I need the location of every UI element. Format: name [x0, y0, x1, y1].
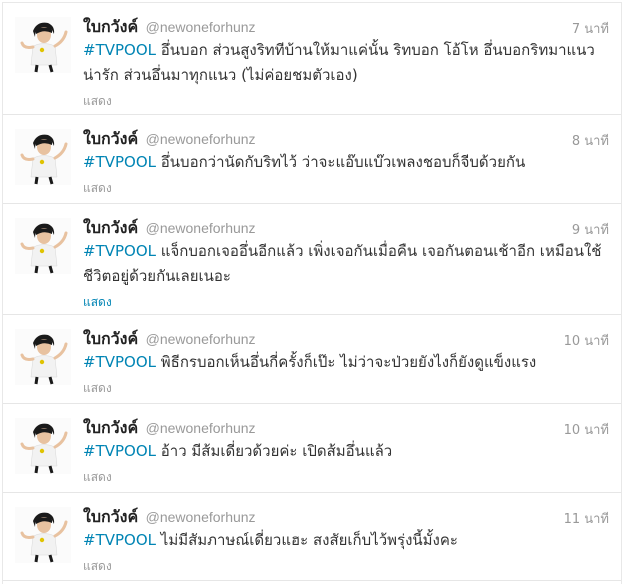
timestamp[interactable]: 11 นาที	[564, 508, 609, 529]
hashtag-link[interactable]: #TVPOOL	[83, 153, 156, 171]
avatar[interactable]	[15, 507, 71, 563]
user-name[interactable]: ใบกวังค์	[83, 218, 138, 237]
user-name[interactable]: ใบกวังค์	[83, 129, 138, 148]
expand-link[interactable]: แสดง	[83, 468, 112, 487]
tweet-item[interactable]: ใบกวังค์ @newoneforhunz 7 นาที #TVPOOL อ…	[3, 3, 621, 115]
tweet-item[interactable]: ใบกวังค์ @newoneforhunz 9 นาที #TVPOOL แ…	[3, 204, 621, 315]
tweet-header: ใบกวังค์ @newoneforhunz 10 นาที	[83, 327, 611, 349]
user-handle[interactable]: @newoneforhunz	[146, 509, 256, 525]
tweet-content: ใบกวังค์ @newoneforhunz 10 นาที #TVPOOL …	[83, 327, 611, 398]
expand-link[interactable]: แสดง	[83, 293, 112, 312]
avatar-person-icon	[15, 507, 71, 563]
tweet-content: ใบกวังค์ @newoneforhunz 7 นาที #TVPOOL อ…	[83, 15, 611, 111]
hashtag-link[interactable]: #TVPOOL	[83, 41, 156, 59]
tweet-text: #TVPOOL อ้าว มีส้มเดี่ยวด้วยค่ะ เปิดส้มอ…	[83, 439, 611, 464]
tweet-body: แจ็กบอกเจออึ่นอีกแล้ว เพิ่งเจอกันเมื่อคื…	[83, 242, 602, 285]
avatar-person-icon	[15, 218, 71, 274]
avatar-person-icon	[15, 329, 71, 385]
user-name[interactable]: ใบกวังค์	[83, 507, 138, 526]
hashtag-link[interactable]: #TVPOOL	[83, 242, 156, 260]
tweet-text: #TVPOOL แจ็กบอกเจออึ่นอีกแล้ว เพิ่งเจอกั…	[83, 239, 611, 289]
tweet-content: ใบกวังค์ @newoneforhunz 9 นาที #TVPOOL แ…	[83, 216, 611, 312]
tweet-text: #TVPOOL อึ่นบอก ส่วนสูงริททีบ้านให้มาแค่…	[83, 38, 611, 88]
user-name[interactable]: ใบกวังค์	[83, 17, 138, 36]
tweet-item[interactable]: ใบกวังค์ @newoneforhunz 10 นาที #TVPOOL …	[3, 315, 621, 404]
tweet-content: ใบกวังค์ @newoneforhunz 11 นาที #TVPOOL …	[83, 505, 611, 576]
tweet-item[interactable]: ใบกวังค์ @newoneforhunz 8 นาที #TVPOOL อ…	[3, 115, 621, 204]
hashtag-link[interactable]: #TVPOOL	[83, 442, 156, 460]
hashtag-link[interactable]: #TVPOOL	[83, 531, 156, 549]
tweet-content: ใบกวังค์ @newoneforhunz 8 นาที #TVPOOL อ…	[83, 127, 611, 198]
avatar[interactable]	[15, 17, 71, 73]
expand-link[interactable]: แสดง	[83, 557, 112, 576]
avatar-person-icon	[15, 129, 71, 185]
tweet-header: ใบกวังค์ @newoneforhunz 8 นาที	[83, 127, 611, 149]
tweet-item[interactable]: ใบกวังค์ @newoneforhunz 10 นาที #TVPOOL …	[3, 404, 621, 493]
tweet-body: อึ่นบอก ส่วนสูงริททีบ้านให้มาแค่นั้น ริท…	[83, 41, 595, 84]
tweet-timeline: ใบกวังค์ @newoneforhunz 7 นาที #TVPOOL อ…	[2, 2, 622, 584]
user-name[interactable]: ใบกวังค์	[83, 329, 138, 348]
avatar-person-icon	[15, 17, 71, 73]
expand-link[interactable]: แสดง	[83, 379, 112, 398]
tweet-text: #TVPOOL ไม่มีสัมภาษณ์เดี่ยวแฮะ สงสัยเก็บ…	[83, 528, 611, 553]
tweet-body: ไม่มีสัมภาษณ์เดี่ยวแฮะ สงสัยเก็บไว้พรุ่ง…	[160, 531, 458, 549]
tweet-header: ใบกวังค์ @newoneforhunz 7 นาที	[83, 15, 611, 37]
avatar-person-icon	[15, 418, 71, 474]
timestamp[interactable]: 10 นาที	[564, 330, 609, 351]
tweet-body: พิธีกรบอกเห็นอึ่นกี่ครั้งก็เป๊ะ ไม่ว่าจะ…	[160, 353, 537, 371]
timestamp[interactable]: 8 นาที	[572, 130, 609, 151]
avatar[interactable]	[15, 129, 71, 185]
avatar[interactable]	[15, 418, 71, 474]
expand-link[interactable]: แสดง	[83, 92, 112, 111]
tweet-body: อ้าว มีส้มเดี่ยวด้วยค่ะ เปิดส้มอึ่นแล้ว	[160, 442, 393, 460]
user-name[interactable]: ใบกวังค์	[83, 418, 138, 437]
tweet-header: ใบกวังค์ @newoneforhunz 10 นาที	[83, 416, 611, 438]
tweet-header: ใบกวังค์ @newoneforhunz 11 นาที	[83, 505, 611, 527]
tweet-text: #TVPOOL พิธีกรบอกเห็นอึ่นกี่ครั้งก็เป๊ะ …	[83, 350, 611, 375]
user-handle[interactable]: @newoneforhunz	[146, 220, 256, 236]
avatar[interactable]	[15, 218, 71, 274]
user-handle[interactable]: @newoneforhunz	[146, 131, 256, 147]
avatar[interactable]	[15, 329, 71, 385]
hashtag-link[interactable]: #TVPOOL	[83, 353, 156, 371]
timestamp[interactable]: 7 นาที	[572, 18, 609, 39]
user-handle[interactable]: @newoneforhunz	[146, 331, 256, 347]
user-handle[interactable]: @newoneforhunz	[146, 420, 256, 436]
user-handle[interactable]: @newoneforhunz	[146, 19, 256, 35]
tweet-header: ใบกวังค์ @newoneforhunz 9 นาที	[83, 216, 611, 238]
timestamp[interactable]: 9 นาที	[572, 219, 609, 240]
tweet-text: #TVPOOL อึ่นบอกว่านัดกับริทไว้ ว่าจะแอ๊บ…	[83, 150, 611, 175]
timestamp[interactable]: 10 นาที	[564, 419, 609, 440]
tweet-body: อึ่นบอกว่านัดกับริทไว้ ว่าจะแอ๊บแบ๊วเพลง…	[160, 153, 526, 171]
tweet-item[interactable]: ใบกวังค์ @newoneforhunz 11 นาที #TVPOOL …	[3, 493, 621, 581]
expand-link[interactable]: แสดง	[83, 179, 112, 198]
tweet-content: ใบกวังค์ @newoneforhunz 10 นาที #TVPOOL …	[83, 416, 611, 487]
